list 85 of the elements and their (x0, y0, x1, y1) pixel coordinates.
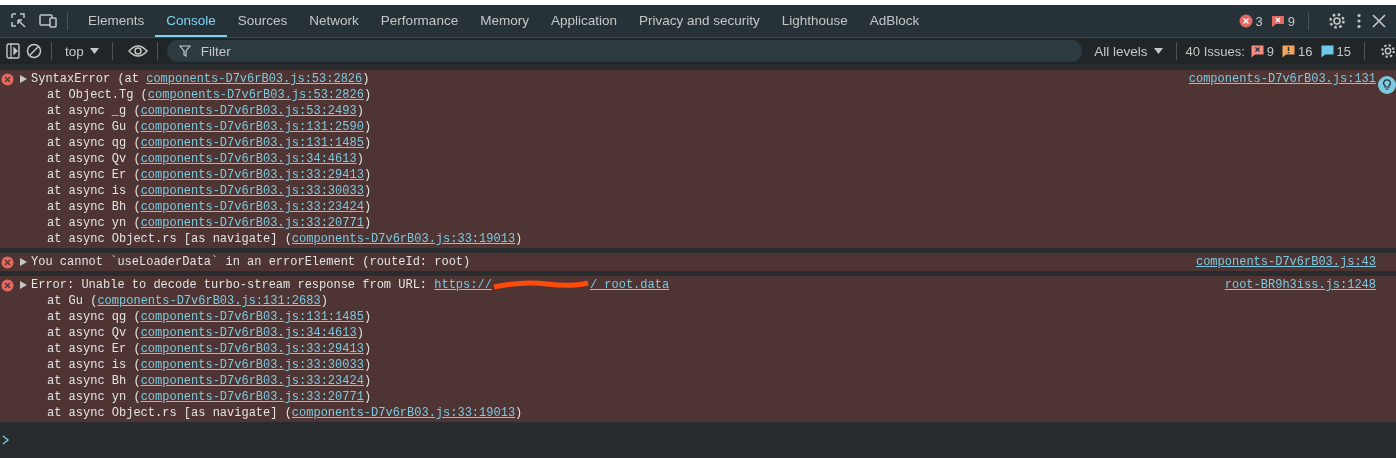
error-text: You cannot `useLoaderData` in an errorElement (routeId: root) (31, 254, 471, 270)
caret-icon (1153, 48, 1163, 54)
context-dropdown[interactable]: top (61, 43, 103, 59)
stack-trace-line: at async yn (components-D7v6rB03.js:33:20771) (46, 389, 373, 405)
message-counter[interactable]: 9 (1270, 13, 1295, 29)
issues-label[interactable]: 40 Issues: (1185, 43, 1245, 59)
source-link[interactable]: root-BR9h3iss.js:1248 (1224, 277, 1376, 293)
source-link[interactable]: components-D7v6rB03.js:53:2826 (147, 88, 364, 102)
filter-box[interactable]: Filter (166, 40, 1083, 62)
source-link[interactable]: components-D7v6rB03.js:131:2683 (97, 294, 321, 308)
issue-counter[interactable]: 9 (1250, 43, 1275, 59)
stack-trace-line: at async Qv (components-D7v6rB03.js:34:4613) (46, 151, 365, 167)
error-icon (1238, 14, 1253, 28)
issue-counter[interactable]: 15 (1320, 43, 1351, 59)
panel-tab[interactable]: Application (539, 5, 628, 37)
source-link[interactable]: components-D7v6rB03.js:53:2826 (146, 72, 363, 86)
expand-arrow-icon[interactable] (20, 75, 27, 83)
flag-icon (1250, 44, 1264, 58)
source-link[interactable]: https:// /_root.data (434, 278, 670, 292)
stack-trace-line: at async qg (components-D7v6rB03.js:131:1485) (46, 135, 373, 151)
sidebar-icon[interactable] (6, 43, 20, 59)
device-icon[interactable] (38, 12, 58, 30)
source-link[interactable]: components-D7v6rB03.js:34:4613 (140, 152, 357, 166)
comment-icon (1320, 44, 1334, 58)
source-link[interactable]: components-D7v6rB03.js:131:2590 (140, 120, 364, 134)
expand-arrow-icon[interactable] (20, 258, 27, 266)
stack-trace-line: at async Er (components-D7v6rB03.js:33:29413) (46, 341, 373, 357)
source-link[interactable]: components-D7v6rB03.js:33:19013 (291, 232, 516, 246)
stack-trace-line: at async Object.rs [as navigate] (components-D7v6rB03.js:33:19013) (46, 405, 524, 421)
stack-trace-line: at async Bh (components-D7v6rB03.js:33:23424) (46, 199, 373, 215)
settings-icon[interactable] (1380, 43, 1396, 59)
error-counter[interactable]: 3 (1238, 13, 1263, 29)
stack-trace-line: at async _g (components-D7v6rB03.js:53:2493) (46, 103, 365, 119)
source-link[interactable]: components-D7v6rB03.js:33:20771 (140, 390, 364, 404)
source-link[interactable]: components-D7v6rB03.js:33:19013 (291, 406, 516, 420)
source-link[interactable]: components-D7v6rB03.js:131:1485 (140, 136, 364, 150)
stack-trace-line: at async is (components-D7v6rB03.js:33:30033) (46, 357, 373, 373)
panel-tab[interactable]: Memory (469, 5, 540, 37)
source-link[interactable]: components-D7v6rB03.js:43 (1195, 254, 1376, 270)
settings-icon[interactable] (1328, 12, 1346, 30)
stack-trace-line: at async Qv (components-D7v6rB03.js:34:4613) (46, 325, 365, 341)
issue-counter[interactable]: 16 (1282, 43, 1313, 59)
stack-trace-line: at async Bh (components-D7v6rB03.js:33:23424) (46, 373, 373, 389)
flag-icon (1270, 14, 1285, 28)
source-link[interactable]: components-D7v6rB03.js:33:30033 (140, 184, 364, 198)
stack-trace-line: at async Gu (components-D7v6rB03.js:131:2590) (46, 119, 373, 135)
stack-trace-line: at async is (components-D7v6rB03.js:33:30033) (46, 183, 373, 199)
source-link[interactable]: components-D7v6rB03.js:34:4613 (140, 326, 357, 340)
more-icon[interactable] (1356, 13, 1362, 29)
clear-icon[interactable] (26, 43, 42, 59)
error-text: SyntaxError (at components-D7v6rB03.js:53:2826) (31, 71, 370, 87)
stack-trace-line: at async Er (components-D7v6rB03.js:33:29413) (46, 167, 373, 183)
source-link[interactable]: components-D7v6rB03.js:33:20771 (140, 216, 364, 230)
source-link[interactable]: components-D7v6rB03.js:33:23424 (140, 374, 364, 388)
close-icon[interactable] (1372, 14, 1386, 28)
source-link[interactable]: components-D7v6rB03.js:131:1485 (140, 310, 364, 324)
error-text: Error: Unable to decode turbo-stream response from URL: https:// /_root.data (31, 277, 670, 293)
panel-tab[interactable]: Performance (369, 5, 470, 37)
stack-trace-line: at Object.Tg (components-D7v6rB03.js:53:2826) (46, 87, 373, 103)
source-link[interactable]: components-D7v6rB03.js:131 (1188, 71, 1376, 87)
panel-tab[interactable]: Elements (77, 5, 156, 37)
panel-tab[interactable]: Privacy and security (627, 5, 771, 37)
panel-tab[interactable]: Lighthouse (770, 5, 859, 37)
inspect-icon[interactable] (10, 12, 28, 30)
stack-trace-line: at async Object.rs [as navigate] (components-D7v6rB03.js:33:19013) (46, 231, 524, 247)
levels-dropdown[interactable]: All levels (1090, 43, 1167, 59)
panel-tab[interactable]: Network (298, 5, 370, 37)
filter-field[interactable]: Filter (198, 42, 1071, 60)
warning-icon (1282, 44, 1296, 58)
prompt-chevron-icon (2, 435, 10, 445)
panel-tab[interactable]: AdBlock (858, 5, 931, 37)
stack-trace-line: at async qg (components-D7v6rB03.js:131:1485) (46, 309, 373, 325)
caret-icon (89, 48, 99, 54)
funnel-icon (178, 45, 191, 57)
source-link[interactable]: components-D7v6rB03.js:33:30033 (140, 358, 364, 372)
lightbulb-icon[interactable] (1378, 76, 1396, 94)
stack-trace-line: at Gu (components-D7v6rB03.js:131:2683) (46, 293, 329, 309)
eye-icon[interactable] (127, 44, 148, 58)
expand-arrow-icon[interactable] (20, 281, 27, 289)
source-link[interactable]: components-D7v6rB03.js:53:2493 (140, 104, 357, 118)
stack-trace-line: at async yn (components-D7v6rB03.js:33:20771) (46, 215, 373, 231)
panel-tab[interactable]: Sources (226, 5, 299, 37)
source-link[interactable]: components-D7v6rB03.js:33:29413 (140, 168, 364, 182)
source-link[interactable]: components-D7v6rB03.js:33:23424 (140, 200, 364, 214)
source-link[interactable]: components-D7v6rB03.js:33:29413 (140, 342, 364, 356)
